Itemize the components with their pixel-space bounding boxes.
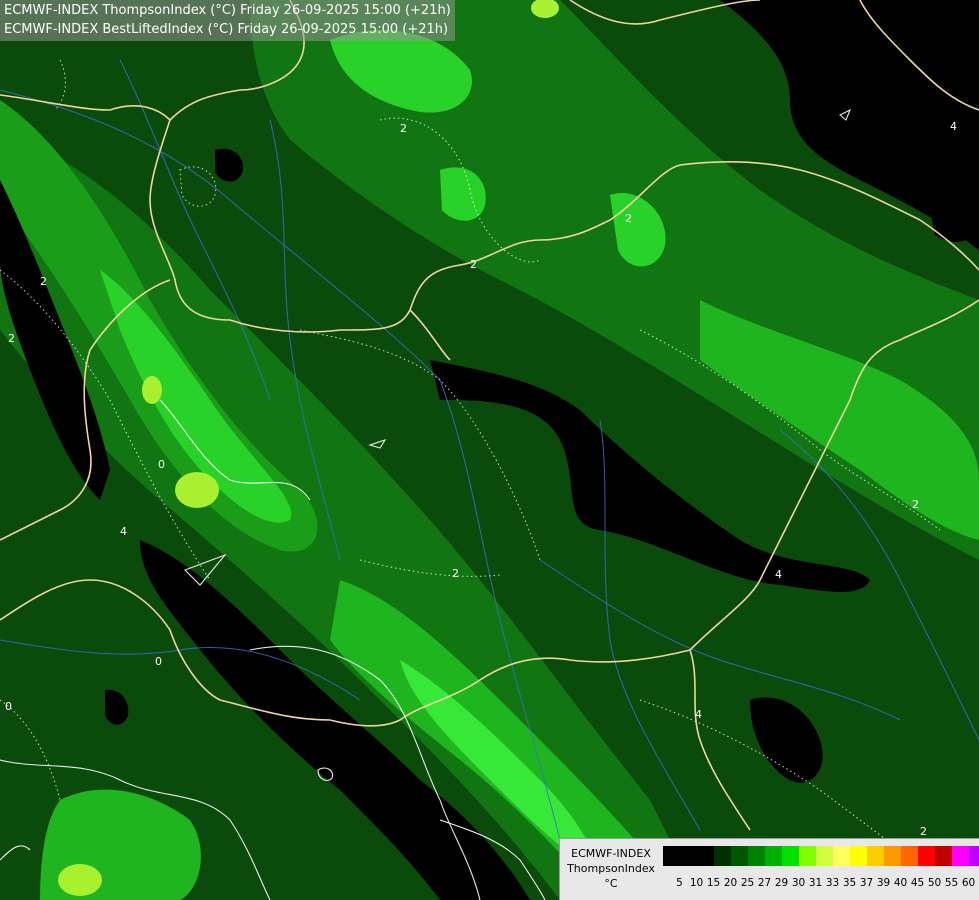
legend-unit: °C [604, 877, 618, 890]
legend-swatch [952, 846, 969, 866]
color-legend: ECMWF-INDEX ThompsonIndex °C 5 10 15 20 25 27… [559, 838, 979, 900]
legend-swatch [765, 846, 782, 866]
legend-swatch [714, 846, 731, 866]
contour-label: 0 [5, 700, 12, 713]
legend-tick-label: 30 [791, 877, 806, 889]
contour-label: 2 [400, 122, 407, 135]
legend-tick-label: 5 [676, 877, 683, 889]
legend-model: ECMWF-INDEX [571, 847, 651, 860]
legend-tick-label: 31 [808, 877, 823, 889]
yellow-green-spot-2 [142, 376, 162, 404]
legend-tick-label: 29 [774, 877, 789, 889]
map-canvas: 2 2 2 2 2 2 2 2 4 4 4 4 0 0 0 [0, 0, 979, 900]
legend-swatch [833, 846, 850, 866]
contour-label: 4 [775, 568, 782, 581]
legend-tick-label: 25 [740, 877, 755, 889]
contour-label: 0 [155, 655, 162, 668]
legend-tick-label: 40 [893, 877, 908, 889]
legend-ticks: 5 10 15 20 25 27 29 30 31 33 35 37 39 40 45 50 55 60 [663, 876, 975, 890]
legend-tick-label: 45 [910, 877, 925, 889]
contour-label: 2 [40, 275, 47, 288]
title-line-thompson: ECMWF-INDEX ThompsonIndex (°C) Friday 26… [4, 3, 451, 18]
contour-label: 2 [470, 258, 477, 271]
contour-label: 0 [158, 458, 165, 471]
legend-tick-label: 35 [842, 877, 857, 889]
yellow-green-spot-3 [58, 864, 102, 896]
map-title: ECMWF-INDEX ThompsonIndex (°C) Friday 26… [0, 0, 455, 41]
legend-swatch [782, 846, 799, 866]
legend-tick-label: 50 [927, 877, 942, 889]
contour-label: 4 [695, 708, 702, 721]
title-line-lifted: ECMWF-INDEX BestLiftedIndex (°C) Friday … [4, 22, 449, 37]
legend-tick-label: 55 [944, 877, 959, 889]
legend-swatches [663, 846, 979, 866]
legend-swatch [697, 846, 714, 866]
contour-label: 2 [912, 498, 919, 511]
legend-tick-label: 10 [689, 877, 704, 889]
contour-label: 2 [920, 825, 927, 838]
contour-label: 2 [8, 332, 15, 345]
legend-tick-label: 20 [723, 877, 738, 889]
legend-tick-label: 37 [859, 877, 874, 889]
legend-swatch [867, 846, 884, 866]
legend-swatch [850, 846, 867, 866]
legend-swatch [918, 846, 935, 866]
legend-swatch [799, 846, 816, 866]
contour-label: 4 [120, 525, 127, 538]
legend-tick-label: 39 [876, 877, 891, 889]
legend-swatch [680, 846, 697, 866]
contour-label: 2 [625, 212, 632, 225]
legend-swatch [935, 846, 952, 866]
legend-swatch [969, 846, 979, 866]
legend-swatch [816, 846, 833, 866]
legend-swatch [731, 846, 748, 866]
weather-map: 2 2 2 2 2 2 2 2 4 4 4 4 0 0 0 ECMWF-INDE… [0, 0, 979, 900]
contour-label: 2 [452, 567, 459, 580]
legend-tick-label: 27 [757, 877, 772, 889]
legend-tick-label: 60 [961, 877, 976, 889]
legend-swatch [901, 846, 918, 866]
legend-swatch [884, 846, 901, 866]
yellow-green-spot-1 [175, 472, 219, 508]
legend-tick-label: 33 [825, 877, 840, 889]
legend-swatch [748, 846, 765, 866]
contour-label: 4 [950, 120, 957, 133]
legend-swatch [663, 846, 680, 866]
legend-caption: ECMWF-INDEX ThompsonIndex °C [562, 846, 660, 891]
legend-parameter: ThompsonIndex [567, 862, 655, 875]
legend-tick-label: 15 [706, 877, 721, 889]
